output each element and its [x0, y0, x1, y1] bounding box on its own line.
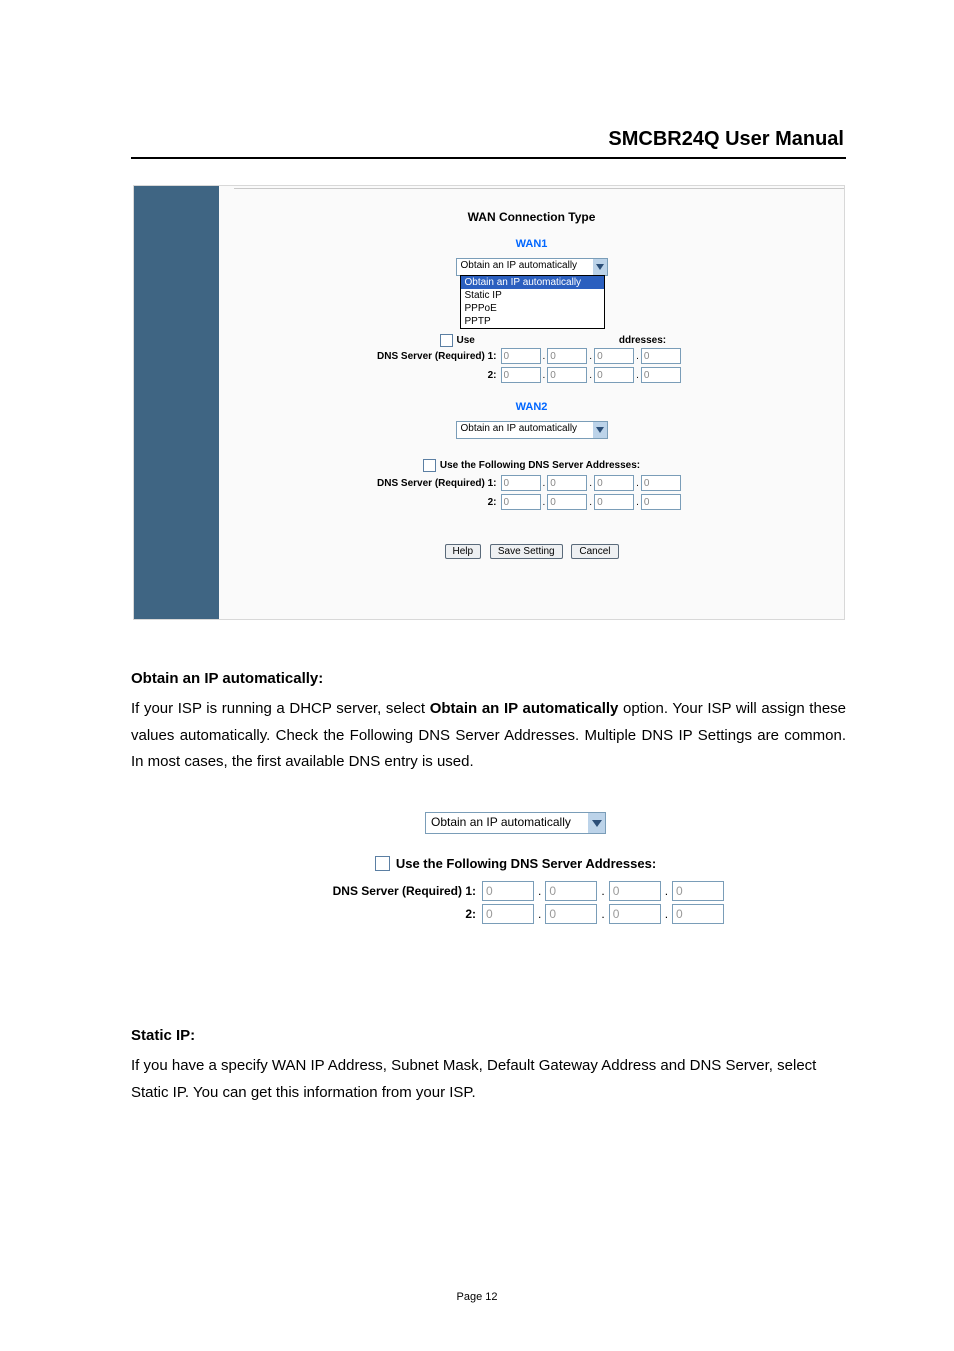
wan1-dns1-octet3[interactable] [594, 348, 634, 364]
use-following-dns-label: Use the Following DNS Server Addresses: [396, 856, 656, 871]
dd-option-static-ip[interactable]: Static IP [461, 289, 604, 302]
wan2-connection-type-select[interactable]: Obtain an IP automatically [456, 421, 608, 439]
wan2-dns1-octet1[interactable] [501, 475, 541, 491]
dot: . [541, 497, 548, 508]
dot: . [634, 497, 641, 508]
colon: : [318, 670, 323, 687]
wan1-dns2-octet2[interactable] [547, 367, 587, 383]
screenshot-obtain-ip-detail: Obtain an IP automatically Use the Follo… [296, 812, 735, 972]
wan1-dns1-label: DNS Server (Required) 1: [322, 351, 501, 362]
dot: . [541, 370, 548, 381]
dot: . [587, 351, 594, 362]
wan2-dns2-label: 2: [322, 497, 501, 508]
wan1-dns2-octet4[interactable] [641, 367, 681, 383]
dns1-label: DNS Server (Required) 1: [296, 884, 482, 898]
wan1-use-following-prefix: Use [457, 335, 475, 346]
chevron-down-icon [593, 422, 607, 438]
wan2-dns1-label: DNS Server (Required) 1: [322, 478, 501, 489]
wan2-dns1-octet2[interactable] [547, 475, 587, 491]
dd-option-pptp[interactable]: PPTP [461, 315, 604, 328]
use-following-dns-checkbox[interactable] [375, 856, 390, 871]
dd-option-pppoe[interactable]: PPPoE [461, 302, 604, 315]
dns2-octet4[interactable] [672, 904, 724, 924]
screenshot-wan-connection-type: WAN Connection Type WAN1 Obtain an IP au… [133, 185, 845, 620]
doc-title: SMCBR24Q User Manual [608, 128, 844, 151]
wan1-dns1-octet2[interactable] [547, 348, 587, 364]
dot: . [634, 351, 641, 362]
dot: . [597, 884, 608, 898]
wan1-dns2-label: 2: [322, 370, 501, 381]
wan1-select-value: Obtain an IP automatically [457, 259, 593, 275]
chevron-down-icon [588, 813, 605, 833]
wan1-dns2-octet3[interactable] [594, 367, 634, 383]
wan1-use-following-dns-checkbox[interactable] [440, 334, 453, 347]
paragraph-obtain-ip: If your ISP is running a DHCP server, se… [131, 696, 846, 776]
paragraph-static-ip: If you have a specify WAN IP Address, Su… [131, 1053, 846, 1106]
dot: . [587, 478, 594, 489]
wan1-dns2-octet1[interactable] [501, 367, 541, 383]
connection-type-select[interactable]: Obtain an IP automatically [425, 812, 606, 834]
wan1-dns1-octet1[interactable] [501, 348, 541, 364]
wan2-dns2-octet1[interactable] [501, 494, 541, 510]
dns2-octet3[interactable] [609, 904, 661, 924]
dd-option-obtain-ip[interactable]: Obtain an IP automatically [461, 276, 604, 289]
dns1-octet1[interactable] [482, 881, 534, 901]
dot: . [634, 478, 641, 489]
dot: . [587, 497, 594, 508]
dot: . [634, 370, 641, 381]
heading-static-ip-text: Static IP: [131, 1027, 195, 1044]
wan1-heading: WAN1 [219, 238, 844, 250]
dot: . [541, 351, 548, 362]
cancel-button[interactable]: Cancel [571, 544, 618, 559]
header-rule [131, 157, 846, 159]
heading-obtain-ip-text: Obtain an IP automatically [131, 670, 318, 687]
heading-obtain-ip: Obtain an IP automatically: [131, 666, 846, 693]
panel-title: WAN Connection Type [219, 210, 844, 224]
dot: . [534, 884, 545, 898]
save-setting-button[interactable]: Save Setting [490, 544, 563, 559]
wan2-select-value: Obtain an IP automatically [457, 422, 593, 438]
wan1-dns1-octet4[interactable] [641, 348, 681, 364]
wan1-connection-type-select[interactable]: Obtain an IP automatically [456, 258, 608, 276]
dot: . [541, 478, 548, 489]
dns2-octet1[interactable] [482, 904, 534, 924]
dns1-octet2[interactable] [545, 881, 597, 901]
dot: . [534, 907, 545, 921]
dot: . [597, 907, 608, 921]
wan2-heading: WAN2 [219, 401, 844, 413]
heading-static-ip: Static IP: [131, 1023, 846, 1050]
wan2-dns1-octet4[interactable] [641, 475, 681, 491]
dot: . [587, 370, 594, 381]
help-button[interactable]: Help [445, 544, 482, 559]
dot: . [661, 907, 672, 921]
page-number: Page 12 [0, 1291, 954, 1303]
wan1-use-following-suffix: ddresses: [619, 335, 666, 346]
chevron-down-icon [593, 259, 607, 275]
wan2-dns2-octet3[interactable] [594, 494, 634, 510]
wan2-use-following-dns-checkbox[interactable] [423, 459, 436, 472]
wan1-connection-type-dropdown[interactable]: Obtain an IP automatically Static IP PPP… [460, 275, 605, 329]
dns2-octet2[interactable] [545, 904, 597, 924]
wan2-dns1-octet3[interactable] [594, 475, 634, 491]
obtain-p-a: If your ISP is running a DHCP server, se… [131, 700, 430, 717]
dns2-label: 2: [296, 907, 482, 921]
dns1-octet4[interactable] [672, 881, 724, 901]
obtain-p-bold: Obtain an IP automatically [430, 700, 619, 717]
wan2-dns2-octet4[interactable] [641, 494, 681, 510]
select-value: Obtain an IP automatically [426, 813, 588, 833]
dns1-octet3[interactable] [609, 881, 661, 901]
dot: . [661, 884, 672, 898]
wan2-dns2-octet2[interactable] [547, 494, 587, 510]
sidebar-nav [134, 186, 219, 619]
wan2-use-following-label: Use the Following DNS Server Addresses: [440, 460, 640, 471]
